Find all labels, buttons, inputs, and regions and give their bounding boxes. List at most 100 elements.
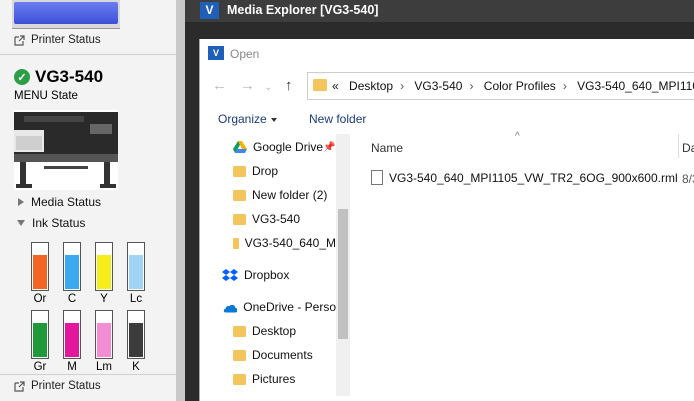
ink-label: Gr <box>33 361 47 373</box>
printer-status-link-bottom[interactable]: Printer Status <box>14 380 101 392</box>
ink-level-fill <box>97 255 111 289</box>
nav-item-dropbox[interactable]: Dropbox <box>222 268 289 282</box>
ink-label: Or <box>33 293 47 305</box>
ink-level-gauge <box>95 310 113 359</box>
dialog-app-icon: V <box>208 46 224 60</box>
collapse-arrow-icon <box>17 220 25 226</box>
printer-status-label: Printer Status <box>31 380 101 392</box>
check-icon: ✓ <box>14 69 30 85</box>
back-button[interactable]: ← <box>212 77 227 94</box>
recent-locations-icon[interactable]: ⌄ <box>264 82 272 93</box>
folder-icon <box>233 213 246 225</box>
chevron-right-icon: › <box>469 79 474 93</box>
nav-item-label: OneDrive - Perso <box>243 300 336 314</box>
dropdown-arrow-icon <box>270 117 277 122</box>
ink-label: K <box>132 361 140 373</box>
ink-label: C <box>67 293 77 305</box>
folder-icon <box>233 189 246 201</box>
nav-item-documents[interactable]: Documents <box>233 348 313 362</box>
ink-level-fill <box>97 323 111 357</box>
ink-cartridge: Gr <box>24 310 56 373</box>
column-divider[interactable] <box>678 134 679 158</box>
new-folder-button[interactable]: New folder <box>309 112 366 126</box>
address-bar[interactable]: « Desktop › VG3-540 › Color Profiles › VG3-… <box>307 72 694 100</box>
nav-item-desktop[interactable]: Desktop <box>233 324 296 338</box>
column-header-name[interactable]: Name <box>371 141 403 155</box>
folder-icon <box>233 165 246 177</box>
breadcrumb-item[interactable]: Desktop <box>349 79 393 93</box>
ink-row-2: Gr M Lm K <box>24 310 152 373</box>
ink-level-gauge <box>95 242 113 291</box>
nav-item-google-drive[interactable]: Google Drive 📌 <box>233 140 335 154</box>
nav-item-drop[interactable]: Drop <box>233 164 278 178</box>
breadcrumb-overflow[interactable]: « <box>332 79 339 93</box>
breadcrumb-item[interactable]: VG3-540 <box>414 79 462 93</box>
folder-icon <box>233 325 246 337</box>
external-link-icon <box>14 380 25 392</box>
printer-state: MENU State <box>14 90 78 102</box>
nav-item-vg3-540-640[interactable]: VG3-540_640_M <box>233 236 336 250</box>
folder-icon <box>233 349 246 361</box>
chevron-right-icon: › <box>400 79 405 93</box>
nav-item-label: Pictures <box>252 372 296 386</box>
nav-item-vg3-540[interactable]: VG3-540 <box>233 212 300 226</box>
ink-cartridge: K <box>120 310 152 373</box>
printer-status-label: Printer Status <box>31 34 101 46</box>
window-title: Media Explorer [VG3-540] <box>227 3 379 17</box>
pin-icon: 📌 <box>323 141 336 153</box>
divider <box>0 54 176 55</box>
media-explorer-titlebar: V Media Explorer [VG3-540] <box>185 0 694 22</box>
app-logo-icon: V <box>200 2 219 19</box>
nav-item-pictures[interactable]: Pictures <box>233 372 295 386</box>
forward-button[interactable]: → <box>240 77 255 94</box>
ink-cartridge: Or <box>24 242 56 305</box>
printer-status-link-top[interactable]: Printer Status <box>14 34 101 46</box>
open-dialog: V Open ← → ⌄ ↑ « Desktop › VG3-540 › Color… <box>199 39 694 401</box>
breadcrumb-item[interactable]: VG3-540_640_MPI1105_ <box>577 79 694 93</box>
dialog-toolbar: Organize New folder <box>200 109 694 134</box>
nav-item-new-folder-2[interactable]: New folder (2) <box>233 188 327 202</box>
ink-cartridge: Y <box>88 242 120 305</box>
folder-icon <box>233 237 239 249</box>
ink-level-fill <box>65 255 79 289</box>
nav-item-label: VG3-540 <box>252 212 301 226</box>
ink-level-gauge <box>31 310 49 359</box>
breadcrumb: « Desktop › VG3-540 › Color Profiles › VG3-… <box>332 79 694 93</box>
printer-name: VG3-540 <box>35 67 104 86</box>
nav-item-onedrive[interactable]: OneDrive - Perso <box>222 300 336 314</box>
ink-level-gauge <box>63 310 81 359</box>
ink-row-1: Or C Y Lc <box>24 242 152 305</box>
nav-item-label: New folder (2) <box>252 188 328 202</box>
folder-icon <box>233 373 246 385</box>
nav-item-label: Google Drive <box>253 140 324 154</box>
nav-item-label: Documents <box>252 348 313 362</box>
file-list: ^ Name Da VG3-540_640_MPI1105_VW_TR2_6OG… <box>350 131 694 401</box>
printer-image <box>14 110 118 190</box>
media-status-toggle[interactable]: Media Status <box>18 195 101 209</box>
ink-cartridge: Lm <box>88 310 120 373</box>
ink-status-toggle[interactable]: Ink Status <box>17 216 85 230</box>
nav-item-label: VG3-540_640_M <box>244 236 336 250</box>
organize-button[interactable]: Organize <box>218 112 277 126</box>
ink-label: Lm <box>96 361 112 373</box>
organize-label: Organize <box>218 112 267 126</box>
ink-level-fill <box>65 323 79 357</box>
breadcrumb-item[interactable]: Color Profiles <box>484 79 556 93</box>
ink-level-gauge <box>127 310 145 359</box>
up-button[interactable]: ↑ <box>285 77 293 94</box>
file-date: 8/3 <box>682 172 694 186</box>
panel-splitter[interactable] <box>176 0 185 401</box>
file-row[interactable]: VG3-540_640_MPI1105_VW_TR2_6OG_900x600.r… <box>371 170 678 185</box>
nav-scrollbar[interactable] <box>336 134 350 396</box>
ink-cartridge: M <box>56 310 88 373</box>
printer-illustration <box>14 112 118 188</box>
external-link-icon <box>14 34 25 46</box>
scrollbar-thumb[interactable] <box>338 209 348 339</box>
ink-cartridge: Lc <box>120 242 152 305</box>
onedrive-icon <box>223 304 238 312</box>
column-header-date[interactable]: Da <box>682 141 694 155</box>
navigation-pane: Google Drive 📌 Drop New folder (2) VG3-5… <box>200 134 350 401</box>
nav-item-label: Dropbox <box>244 268 290 282</box>
ink-label: Lc <box>129 293 143 305</box>
nav-item-label: Desktop <box>252 324 297 338</box>
